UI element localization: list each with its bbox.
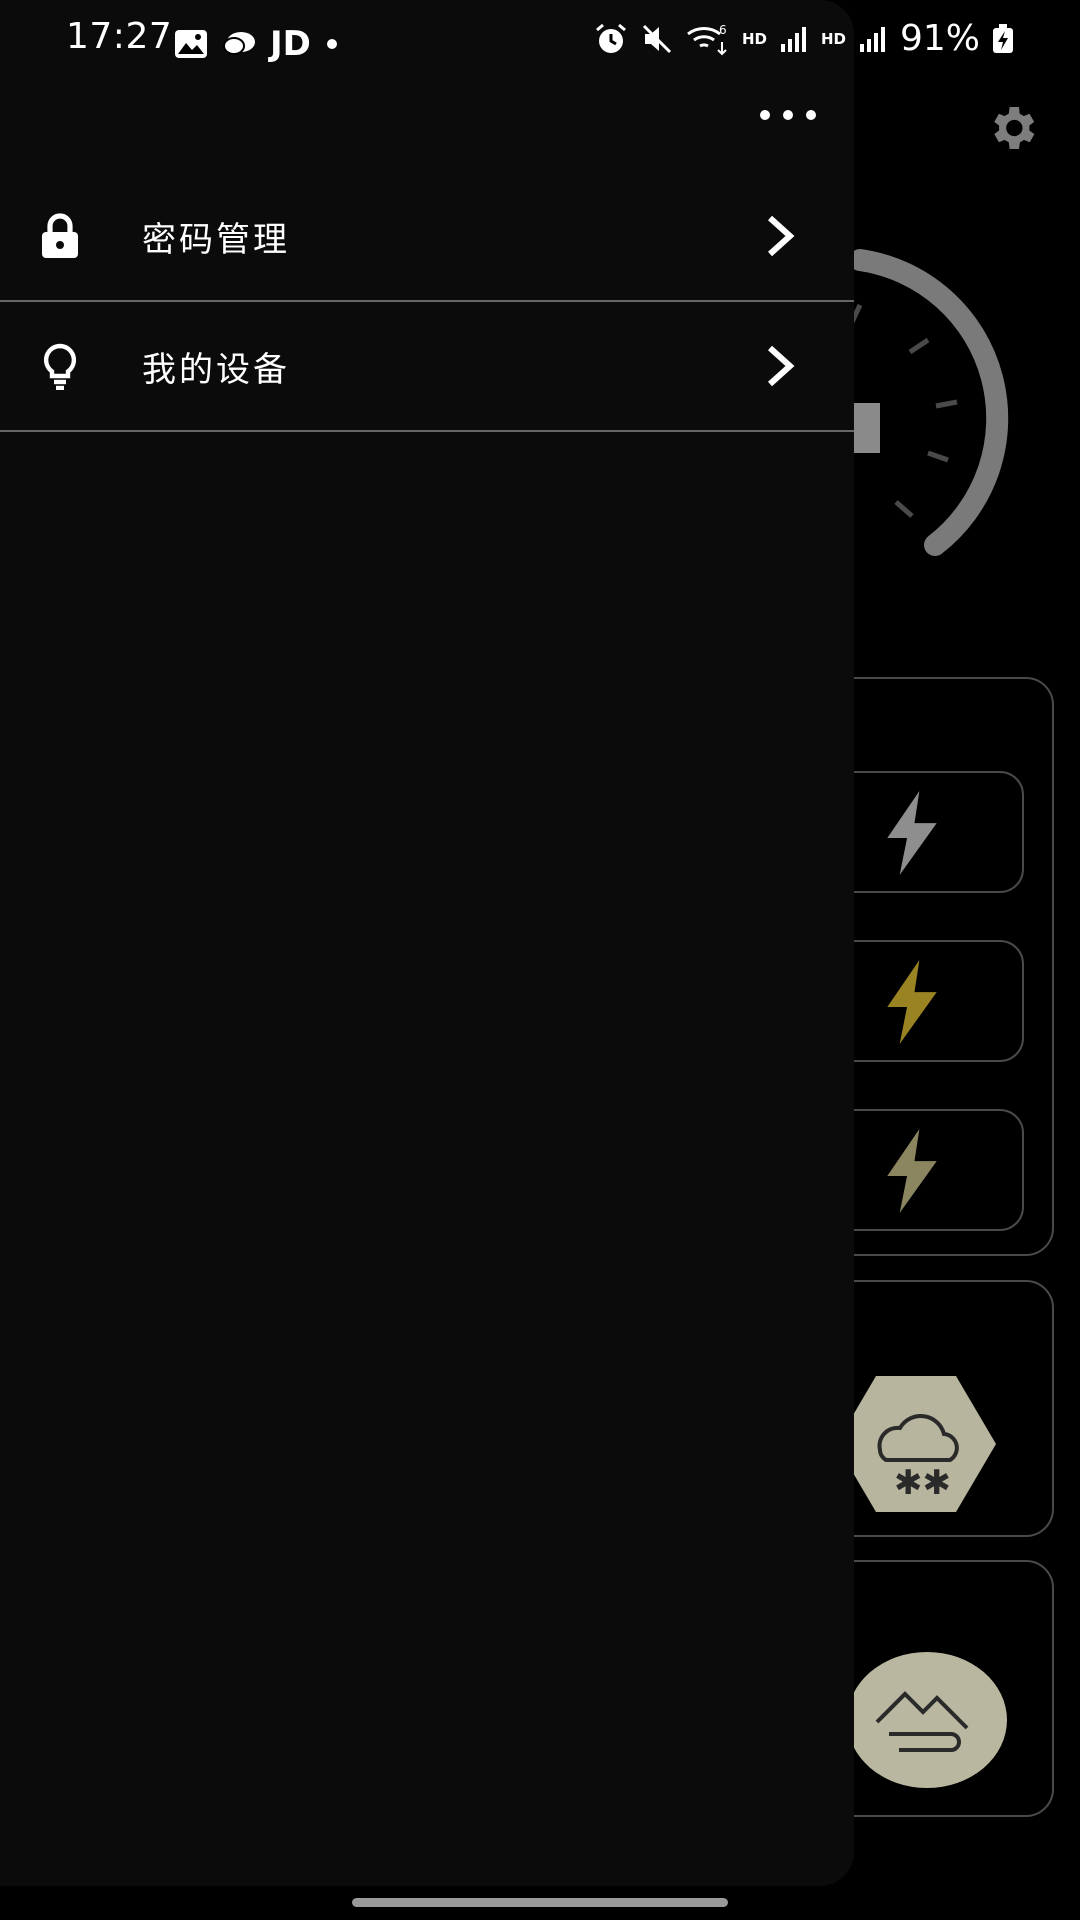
navigation-drawer: 密码管理 我的设备 [0,0,854,1886]
battery-charging-icon [993,23,1013,53]
more-options-button[interactable] [760,100,816,130]
chevron-right-icon [767,215,795,257]
gear-icon[interactable] [984,100,1040,156]
status-bar: 17:27 JD 6 HD HD 91% [0,0,1080,80]
battery-percent: 91% [899,18,980,59]
more-dot [760,110,770,120]
signal-icon [780,26,806,52]
more-dot [783,110,793,120]
lock-icon [42,213,78,258]
gesture-navigation-handle[interactable] [352,1898,728,1907]
chat-icon [223,32,255,55]
snow-cloud-icon: ✱✱ [836,1374,996,1518]
signal-icon [859,26,885,52]
menu-item-password-management[interactable]: 密码管理 [0,172,854,302]
more-dot [806,110,816,120]
gallery-icon [175,30,207,58]
wifi-6-icon: 6 [687,23,727,55]
menu-item-my-devices[interactable]: 我的设备 [0,302,854,432]
hd-label: HD [820,29,846,48]
mute-icon [642,24,672,53]
carrier-label: JD [270,24,311,64]
alarm-icon [595,23,626,53]
mountain-icon [847,1652,1007,1788]
lightning-icon [887,1129,937,1213]
hd-label: HD [741,29,767,48]
status-time: 17:27 [66,16,173,57]
svg-text:✱✱: ✱✱ [894,1463,951,1503]
menu-item-label: 我的设备 [142,350,290,390]
dot-icon [326,39,337,49]
menu-item-label: 密码管理 [142,220,290,260]
lightning-icon [887,791,937,875]
svg-text:6: 6 [719,23,727,37]
chevron-right-icon [767,345,795,387]
lightbulb-icon [43,343,77,390]
lightning-icon [887,960,937,1044]
